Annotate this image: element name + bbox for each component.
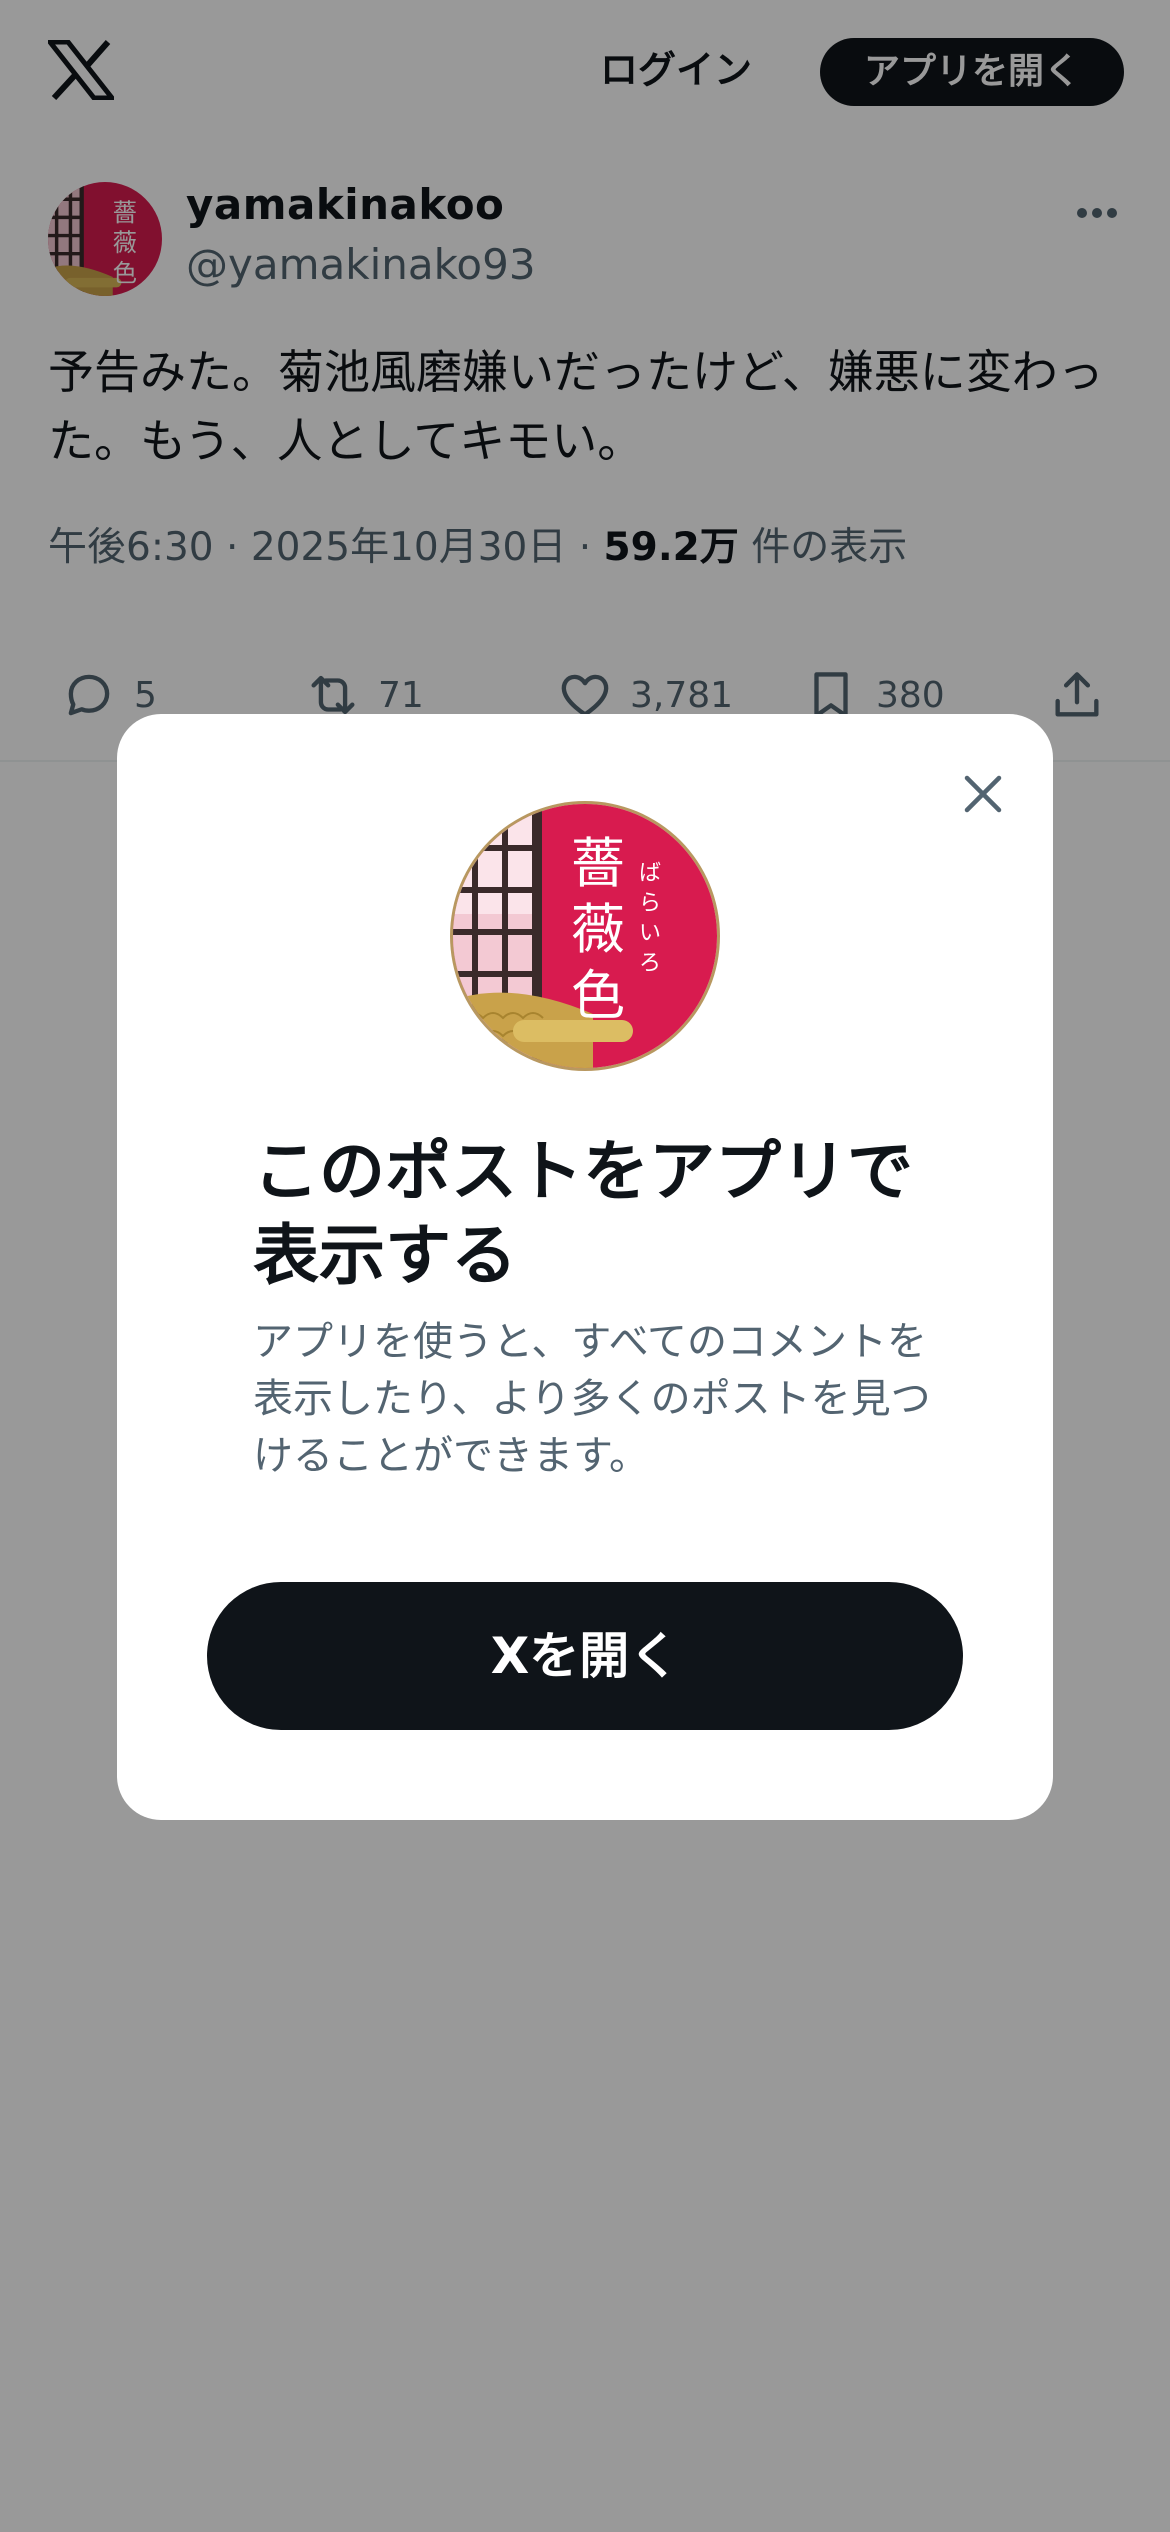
dialog-description: アプリを使うと、すべてのコメントを表示したり、より多くのポストを見つけることがで… bbox=[253, 1319, 931, 1479]
ruby-char-4: ろ bbox=[639, 951, 661, 976]
ruby-char-2: ら bbox=[639, 891, 661, 916]
dialog-avatar-char-2: 薇 bbox=[571, 898, 625, 961]
dialog-title: このポストをアプリで表示する bbox=[253, 1133, 913, 1294]
open-in-app-dialog: 薔 薇 色 ば ら い ろ このポストをアプリで表示する アプリを使うと、すべて… bbox=[117, 714, 1053, 1820]
dialog-avatar: 薔 薇 色 ば ら い ろ bbox=[453, 804, 717, 1068]
ruby-char-3: い bbox=[639, 921, 661, 946]
rose-avatar-image: 薔 薇 色 ば ら い ろ bbox=[453, 804, 717, 1068]
dialog-avatar-char-1: 薔 bbox=[571, 832, 625, 895]
open-x-button[interactable]: Xを開く bbox=[207, 1582, 963, 1730]
ruby-char-1: ば bbox=[639, 861, 661, 886]
close-icon[interactable] bbox=[953, 764, 1013, 824]
dialog-avatar-char-3: 色 bbox=[571, 964, 625, 1027]
